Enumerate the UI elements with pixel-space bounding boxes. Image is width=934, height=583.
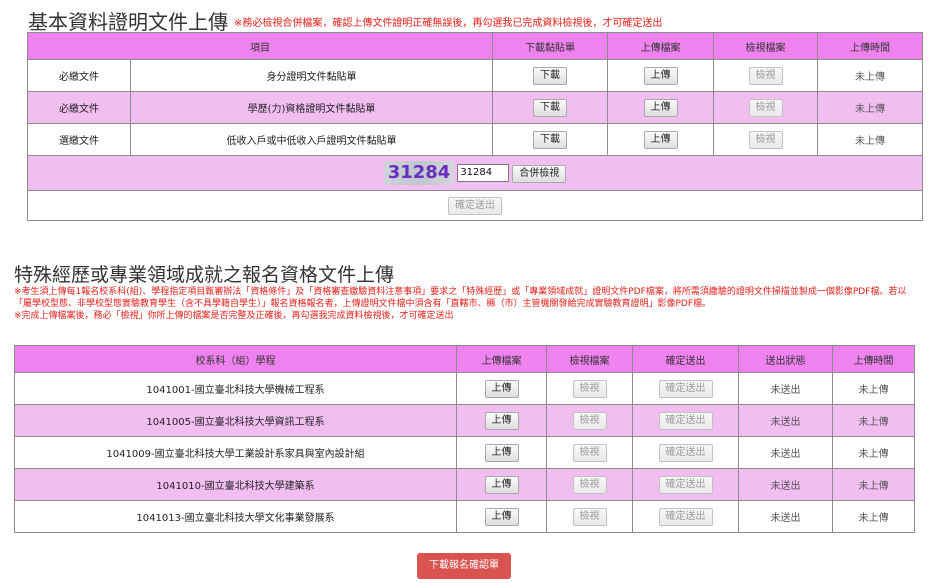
table-row: 1041005-國立臺北科技大學資訊工程系 上傳 檢視 確定送出 未送出 未上傳: [14, 404, 915, 437]
table-row: 1041013-國立臺北科技大學文化事業發展系 上傳 檢視 確定送出 未送出 未…: [14, 500, 915, 533]
section1-warning: ※務必檢視合併檔案，確認上傳文件證明正確無誤後，再勾選我已完成資料檢視後，才可確…: [234, 18, 663, 29]
view-button[interactable]: 檢視: [572, 411, 607, 430]
upload-time: 未上傳: [832, 372, 915, 405]
upload-button[interactable]: 上傳: [484, 507, 519, 526]
dept-name: 1041001-國立臺北科技大學機械工程系: [14, 372, 457, 405]
header-download: 下載黏貼單: [492, 32, 608, 60]
upload-time: 未上傳: [817, 91, 923, 124]
section2-note-upload: ※考生須上傳每1報名校系科(組)、學程指定項目甄審辦法「資格條件」及「資格審查繳…: [14, 287, 907, 309]
doc-type: 必繳文件: [27, 91, 131, 124]
table-row: 必繳文件 學歷(力)資格證明文件黏貼單 下載 上傳 檢視 未上傳: [27, 91, 923, 124]
submit-row: 確定送出: [27, 190, 923, 221]
view-button[interactable]: 檢視: [748, 130, 783, 149]
captcha-row: 31284 31284 合併檢視: [27, 155, 923, 191]
confirm-submit-button[interactable]: 確定送出: [658, 475, 713, 494]
download-button[interactable]: 下載: [533, 98, 567, 117]
submit-status: 未送出: [738, 500, 833, 533]
upload-time: 未上傳: [817, 123, 923, 156]
upload-button[interactable]: 上傳: [484, 475, 519, 494]
confirm-submit-button[interactable]: 確定送出: [448, 196, 502, 215]
dept-name: 1041005-國立臺北科技大學資訊工程系: [14, 404, 457, 437]
captcha-image: 31284: [383, 161, 455, 185]
upload-time: 未上傳: [832, 468, 915, 501]
download-confirmation-button[interactable]: 下載報名確認單: [417, 553, 511, 579]
upload-button[interactable]: 上傳: [484, 379, 519, 398]
table-header: 校系科（組）學程 上傳檔案 檢視檔案 確定送出 送出狀態 上傳時間: [14, 345, 915, 373]
merge-view-button[interactable]: 合併檢視: [512, 165, 567, 183]
header-view: 檢視檔案: [546, 345, 633, 373]
confirm-submit-button[interactable]: 確定送出: [658, 379, 713, 398]
header-item: 項目: [27, 32, 493, 60]
upload-button[interactable]: 上傳: [484, 443, 519, 462]
table-row: 1041009-國立臺北科技大學工業設計系家具與室內設計組 上傳 檢視 確定送出…: [14, 436, 915, 469]
section2-notes: ※考生須上傳每1報名校系科(組)、學程指定項目甄審辦法「資格條件」及「資格審查繳…: [14, 286, 919, 322]
view-button[interactable]: 檢視: [748, 66, 783, 85]
dept-name: 1041013-國立臺北科技大學文化事業發展系: [14, 500, 457, 533]
doc-type: 必繳文件: [27, 59, 131, 92]
view-button[interactable]: 檢視: [572, 507, 607, 526]
basic-documents-table: 項目 下載黏貼單 上傳檔案 檢視檔案 上傳時間 必繳文件 身分證明文件黏貼單 下…: [27, 32, 923, 221]
department-documents-table: 校系科（組）學程 上傳檔案 檢視檔案 確定送出 送出狀態 上傳時間 104100…: [14, 345, 915, 533]
doc-type: 選繳文件: [27, 123, 131, 156]
section1-title-text: 基本資料證明文件上傳: [28, 10, 228, 34]
submit-status: 未送出: [738, 436, 833, 469]
download-button[interactable]: 下載: [533, 130, 567, 149]
table-row: 選繳文件 低收入戶或中低收入戶證明文件黏貼單 下載 上傳 檢視 未上傳: [27, 123, 923, 156]
submit-status: 未送出: [738, 404, 833, 437]
header-time: 上傳時間: [817, 32, 923, 60]
captcha-input[interactable]: 31284: [457, 164, 510, 182]
section1-title: 基本資料證明文件上傳 ※務必檢視合併檔案，確認上傳文件證明正確無誤後，再勾選我已完…: [28, 6, 662, 35]
upload-button[interactable]: 上傳: [484, 411, 519, 430]
confirm-submit-button[interactable]: 確定送出: [658, 507, 713, 526]
upload-time: 未上傳: [832, 500, 915, 533]
upload-time: 未上傳: [817, 59, 923, 92]
header-status: 送出狀態: [738, 345, 833, 373]
submit-status: 未送出: [738, 372, 833, 405]
doc-name: 學歷(力)資格證明文件黏貼單: [130, 91, 493, 124]
upload-button[interactable]: 上傳: [643, 130, 678, 149]
view-button[interactable]: 檢視: [748, 98, 783, 117]
view-button[interactable]: 檢視: [572, 475, 607, 494]
table-header: 項目 下載黏貼單 上傳檔案 檢視檔案 上傳時間: [27, 32, 923, 60]
header-confirm: 確定送出: [632, 345, 739, 373]
confirm-submit-button[interactable]: 確定送出: [658, 443, 713, 462]
table-row: 1041001-國立臺北科技大學機械工程系 上傳 檢視 確定送出 未送出 未上傳: [14, 372, 915, 405]
upload-time: 未上傳: [832, 404, 915, 437]
submit-status: 未送出: [738, 468, 833, 501]
upload-button[interactable]: 上傳: [643, 98, 678, 117]
section2-title: 特殊經歷或專業領域成就之報名資格文件上傳: [14, 264, 395, 286]
header-upload: 上傳檔案: [607, 32, 714, 60]
download-button[interactable]: 下載: [533, 66, 567, 85]
table-row: 1041010-國立臺北科技大學建築系 上傳 檢視 確定送出 未送出 未上傳: [14, 468, 915, 501]
view-button[interactable]: 檢視: [572, 443, 607, 462]
view-button[interactable]: 檢視: [572, 379, 607, 398]
doc-name: 身分證明文件黏貼單: [130, 59, 493, 92]
header-dept: 校系科（組）學程: [14, 345, 457, 373]
header-view: 檢視檔案: [713, 32, 818, 60]
confirm-submit-button[interactable]: 確定送出: [658, 411, 713, 430]
header-upload: 上傳檔案: [456, 345, 547, 373]
dept-name: 1041010-國立臺北科技大學建築系: [14, 468, 457, 501]
section2-note-check: ※完成上傳檔案後，務必「檢視」你所上傳的檔案是否完整及正確後，再勾選我完成資料檢…: [14, 311, 454, 321]
dept-name: 1041009-國立臺北科技大學工業設計系家具與室內設計組: [14, 436, 457, 469]
doc-name: 低收入戶或中低收入戶證明文件黏貼單: [130, 123, 493, 156]
upload-button[interactable]: 上傳: [643, 66, 678, 85]
upload-time: 未上傳: [832, 436, 915, 469]
table-row: 必繳文件 身分證明文件黏貼單 下載 上傳 檢視 未上傳: [27, 59, 923, 92]
header-time: 上傳時間: [832, 345, 915, 373]
